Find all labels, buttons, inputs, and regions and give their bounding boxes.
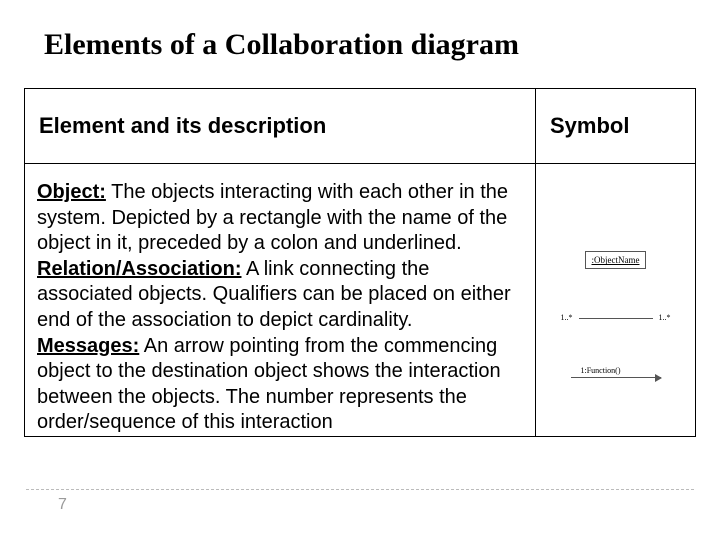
header-symbol: Symbol [536, 89, 696, 164]
footer-divider [26, 489, 694, 490]
term-object: Object: [37, 181, 106, 203]
page-title: Elements of a Collaboration diagram [44, 28, 696, 62]
row-association: Relation/Association: A link connecting … [37, 257, 523, 334]
row-object: Object: The objects interacting with eac… [37, 180, 523, 257]
term-association: Relation/Association: [37, 258, 241, 280]
message-label: 1:Function() [581, 366, 621, 375]
assoc-line [579, 318, 653, 319]
assoc-cardinality-right: 1..* [659, 313, 671, 322]
term-messages: Messages: [37, 335, 139, 357]
cell-symbols: :ObjectName 1..* 1..* 1:Function() [536, 164, 696, 437]
page-number: 7 [58, 496, 67, 514]
assoc-cardinality-left: 1..* [561, 313, 573, 322]
desc-object: The objects interacting with each other … [37, 181, 508, 254]
table-row: Object: The objects interacting with eac… [25, 164, 696, 437]
association-symbol: 1..* 1..* [561, 313, 671, 322]
header-description: Element and its description [25, 89, 536, 164]
arrow-icon [571, 377, 661, 378]
elements-table: Element and its description Symbol Objec… [24, 88, 696, 437]
cell-descriptions: Object: The objects interacting with eac… [25, 164, 536, 437]
symbol-stack: :ObjectName 1..* 1..* 1:Function() [536, 221, 695, 378]
object-symbol: :ObjectName [585, 251, 647, 269]
message-symbol: 1:Function() [571, 366, 661, 378]
table-header-row: Element and its description Symbol [25, 89, 696, 164]
row-messages: Messages: An arrow pointing from the com… [37, 334, 523, 436]
slide: Elements of a Collaboration diagram Elem… [0, 0, 720, 540]
